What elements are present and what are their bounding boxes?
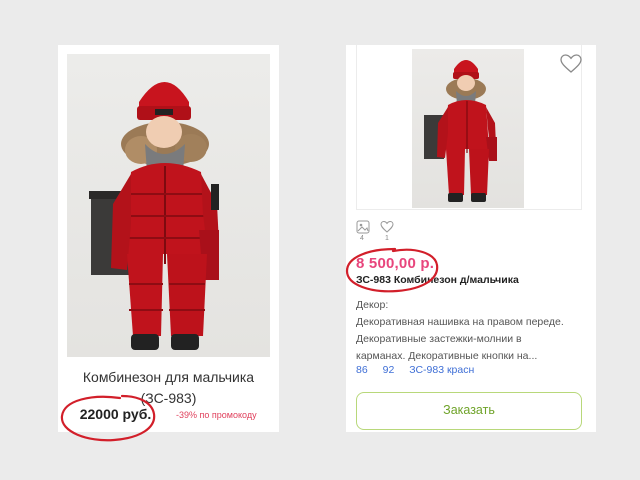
product-description: Декор: Декоративная нашивка на правом пе…: [356, 297, 588, 365]
product-card-right: 4 1 8 500,00 р. ЗС-983 Комбинезон д/маль…: [346, 45, 596, 432]
product-title[interactable]: Комбинезон для мальчика (ЗС-983): [58, 367, 279, 409]
tag-link-size-92[interactable]: 92: [383, 364, 395, 376]
product-card-left[interactable]: Комбинезон для мальчика (ЗС-983) 22000 р…: [58, 45, 279, 432]
product-tags: 86 92 ЗС-983 красн: [356, 364, 486, 376]
child-snowsuit-illustration: [89, 82, 219, 350]
description-line: карманах. Декоративные кнопки на...: [356, 350, 538, 362]
product-photo-frame: [356, 45, 582, 210]
photos-count: 4: [360, 235, 364, 242]
order-button[interactable]: Заказать: [356, 392, 582, 430]
product-photo[interactable]: [67, 54, 270, 357]
like-heart-icon[interactable]: [380, 220, 394, 234]
likes-count: 1: [385, 235, 389, 242]
heart-icon[interactable]: [560, 54, 582, 74]
tag-link-article[interactable]: ЗС-983 красн: [409, 364, 474, 376]
promo-discount-label: -39% по промокоду: [176, 410, 257, 420]
product-price: 22000 руб.: [79, 406, 152, 422]
description-heading: Декор:: [356, 299, 389, 311]
product-name[interactable]: ЗС-983 Комбинезон д/мальчика: [356, 274, 519, 286]
description-line: Декоративная нашивка на правом переде.: [356, 316, 564, 328]
product-price: 8 500,00 р.: [356, 255, 435, 272]
product-title-line1: Комбинезон для мальчика: [82, 369, 255, 385]
child-snowsuit-illustration: [424, 60, 497, 202]
description-line: Декоративные застежки-молнии в: [356, 333, 522, 345]
image-icon[interactable]: [356, 220, 370, 234]
tag-link-size-86[interactable]: 86: [356, 364, 368, 376]
product-photo[interactable]: [412, 49, 524, 208]
